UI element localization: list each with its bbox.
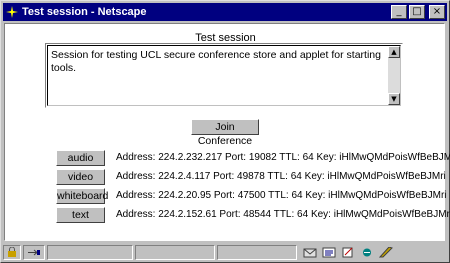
- edit-icon[interactable]: [379, 247, 393, 258]
- whiteboard-button[interactable]: whiteboard: [56, 188, 108, 204]
- description-textarea[interactable]: Session for testing UCL secure conferenc…: [45, 43, 403, 108]
- status-extra: [217, 245, 297, 260]
- news-icon[interactable]: [322, 247, 336, 258]
- connection-icon: [28, 249, 40, 256]
- audio-info: Address: 224.2.232.217 Port: 19082 TTL: …: [116, 152, 450, 163]
- progress-area: [135, 245, 215, 260]
- window-title: Test session - Netscape: [22, 6, 147, 18]
- security-lock-icon: [8, 247, 16, 257]
- close-button[interactable]: ×: [429, 5, 445, 19]
- maximize-button[interactable]: □: [409, 5, 425, 19]
- netscape-window: Test session - Netscape _ □ × Test sessi…: [0, 0, 450, 263]
- status-bar: [3, 243, 449, 262]
- video-info: Address: 224.2.4.117 Port: 49878 TTL: 64…: [116, 171, 446, 182]
- text-info: Address: 224.2.152.61 Port: 48544 TTL: 6…: [116, 209, 450, 220]
- security-cell[interactable]: [3, 245, 21, 260]
- scroll-up-icon[interactable]: ▲: [388, 46, 400, 58]
- description-scrollbar[interactable]: ▲ ▼: [388, 46, 400, 105]
- scroll-down-icon[interactable]: ▼: [388, 93, 400, 105]
- minimize-button[interactable]: _: [391, 5, 407, 19]
- mail-icon[interactable]: [303, 247, 317, 258]
- page-content: Test session Session for testing UCL sec…: [4, 23, 450, 241]
- netscape-logo-icon: [5, 5, 19, 19]
- audio-button[interactable]: audio: [56, 150, 105, 166]
- text-button[interactable]: text: [56, 207, 105, 223]
- whiteboard-info: Address: 224.2.20.95 Port: 47500 TTL: 64…: [116, 190, 447, 201]
- composer-icon[interactable]: [341, 247, 355, 258]
- connection-cell: [23, 245, 45, 260]
- conference-icon[interactable]: [360, 247, 374, 258]
- video-button[interactable]: video: [56, 169, 105, 185]
- join-conference-button[interactable]: Join Conference: [191, 119, 259, 147]
- status-message: [47, 245, 133, 260]
- title-bar[interactable]: Test session - Netscape _ □ ×: [3, 3, 447, 21]
- description-text: Session for testing UCL secure conferenc…: [51, 49, 381, 74]
